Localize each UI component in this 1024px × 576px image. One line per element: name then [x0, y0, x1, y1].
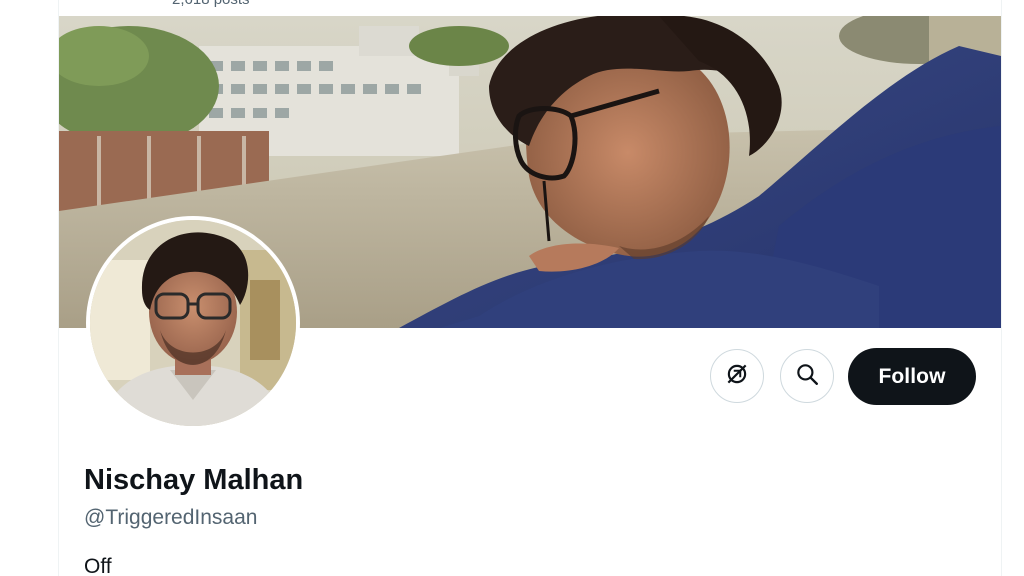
post-count: 2,618 posts	[172, 0, 250, 8]
subscribe-off-button[interactable]	[710, 349, 764, 403]
header-strip: 2,618 posts	[59, 0, 1001, 16]
profile-avatar[interactable]	[86, 216, 300, 430]
display-name: Nischay Malhan	[84, 464, 304, 496]
username-handle: @TriggeredInsaan	[84, 506, 258, 529]
profile-column: 2,618 posts	[58, 0, 1002, 576]
search-icon	[794, 361, 820, 392]
subscribe-off-icon	[724, 361, 750, 392]
profile-page: 2,618 posts	[0, 0, 1024, 576]
follow-button[interactable]: Follow	[848, 348, 976, 405]
search-button[interactable]	[780, 349, 834, 403]
profile-bio: Off	[84, 555, 112, 576]
avatar-photo	[90, 220, 296, 426]
